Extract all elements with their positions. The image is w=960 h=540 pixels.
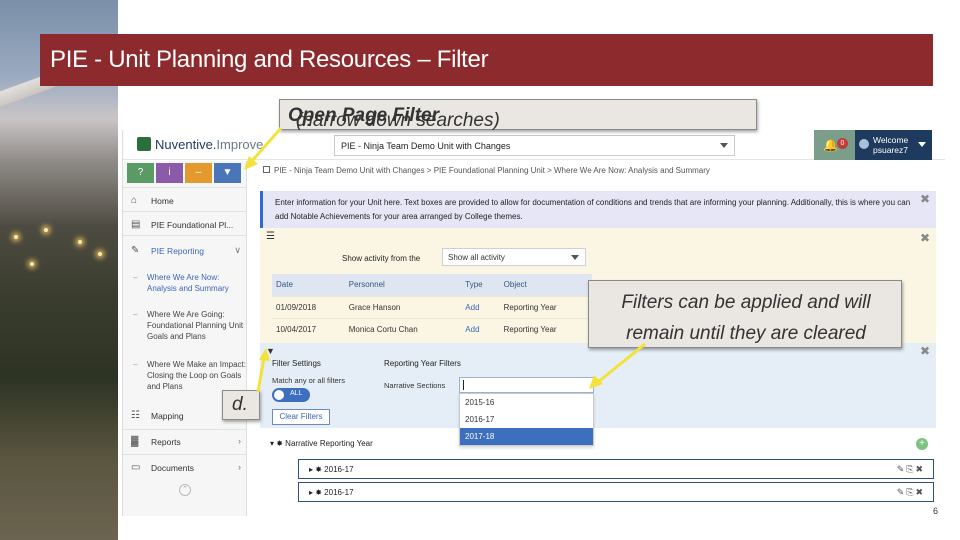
arrowhead [259, 348, 270, 361]
slide: PIE - Unit Planning and Resources – Filt… [0, 0, 960, 540]
arrowhead [589, 375, 603, 389]
arrow-to-filter-button [249, 127, 283, 163]
arrow-to-filter-panel [256, 357, 266, 393]
callout-arrows [244, 127, 646, 393]
arrow-to-year-filter [597, 342, 646, 384]
page-number: 6 [932, 506, 938, 516]
